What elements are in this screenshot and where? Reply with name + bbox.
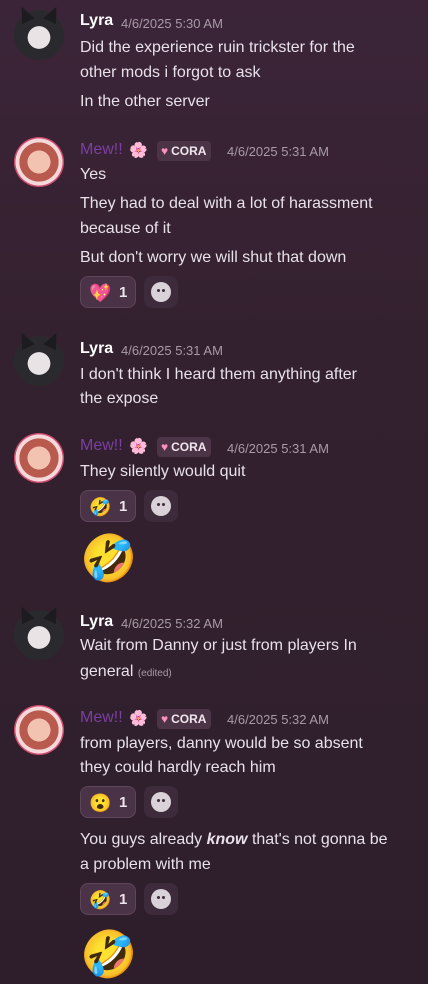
- rolling-laughing-icon: 🤣: [89, 497, 112, 517]
- rolling-laughing-icon: 🤣: [89, 890, 112, 910]
- message-text: They had to deal with a lot of harassmen…: [80, 195, 373, 212]
- timestamp: 4/6/2025 5:32 AM: [227, 712, 329, 727]
- add-reaction-button[interactable]: [144, 490, 178, 522]
- big-emoji: 🤣: [80, 532, 138, 584]
- heart-icon: ♥: [161, 712, 169, 726]
- author-name[interactable]: Lyra: [80, 613, 113, 631]
- message-text: a problem with me: [80, 856, 211, 873]
- reaction-button[interactable]: 😮 1: [80, 786, 136, 818]
- author-name[interactable]: Mew!!: [80, 437, 123, 455]
- message-text: general (edited): [80, 663, 172, 680]
- author-name[interactable]: Mew!!: [80, 141, 123, 159]
- timestamp: 4/6/2025 5:32 AM: [121, 616, 223, 631]
- reaction-button[interactable]: 🤣 1: [80, 883, 136, 915]
- reaction-count: 1: [119, 284, 128, 301]
- smiley-icon: [151, 282, 171, 302]
- avatar[interactable]: [14, 137, 64, 187]
- reaction-count: 1: [119, 498, 128, 515]
- message-text: Yes: [80, 166, 107, 183]
- message-text: other mods i forgot to ask: [80, 64, 261, 81]
- server-tag[interactable]: ♥ CORA: [157, 141, 212, 161]
- timestamp: 4/6/2025 5:31 AM: [121, 343, 223, 358]
- message-text: from players, danny would be so absent: [80, 735, 363, 752]
- flower-icon: 🌸: [129, 710, 148, 727]
- message-text: In the other server: [80, 93, 210, 110]
- avatar[interactable]: [14, 336, 64, 386]
- avatar[interactable]: [14, 10, 64, 60]
- message-text: They silently would quit: [80, 463, 246, 480]
- message-text: Did the experience ruin trickster for th…: [80, 39, 355, 56]
- smiley-icon: [151, 496, 171, 516]
- add-reaction-button[interactable]: [144, 786, 178, 818]
- timestamp: 4/6/2025 5:31 AM: [227, 441, 329, 456]
- message-text: the expose: [80, 390, 159, 407]
- add-reaction-button[interactable]: [144, 276, 178, 308]
- reaction-count: 1: [119, 891, 128, 908]
- big-emoji: 🤣: [80, 928, 138, 980]
- avatar[interactable]: [14, 705, 64, 755]
- author-name[interactable]: Mew!!: [80, 709, 123, 727]
- timestamp: 4/6/2025 5:31 AM: [227, 144, 329, 159]
- message-text: because of it: [80, 220, 171, 237]
- message-text: But don't worry we will shut that down: [80, 249, 347, 266]
- author-name[interactable]: Lyra: [80, 340, 113, 358]
- avatar[interactable]: [14, 433, 64, 483]
- server-tag[interactable]: ♥ CORA: [157, 437, 212, 457]
- message-text: Wait from Danny or just from players In: [80, 637, 357, 654]
- reaction-button[interactable]: 💖 1: [80, 276, 136, 308]
- edited-label: (edited): [137, 668, 172, 679]
- message-text: You guys already know that's not gonna b…: [80, 831, 388, 848]
- smiley-icon: [151, 889, 171, 909]
- message-text: they could hardly reach him: [80, 759, 276, 776]
- heart-icon: ♥: [161, 440, 169, 454]
- flower-icon: 🌸: [129, 142, 148, 159]
- server-tag[interactable]: ♥ CORA: [157, 709, 212, 729]
- smiley-icon: [151, 792, 171, 812]
- author-name[interactable]: Lyra: [80, 12, 113, 30]
- message-text: I don't think I heard them anything afte…: [80, 366, 357, 383]
- reaction-button[interactable]: 🤣 1: [80, 490, 136, 522]
- add-reaction-button[interactable]: [144, 883, 178, 915]
- reaction-count: 1: [119, 794, 128, 811]
- timestamp: 4/6/2025 5:30 AM: [121, 16, 223, 31]
- sparkling-heart-icon: 💖: [89, 283, 112, 303]
- astonished-face-icon: 😮: [89, 793, 112, 813]
- avatar[interactable]: [14, 610, 64, 660]
- heart-icon: ♥: [161, 144, 169, 158]
- flower-icon: 🌸: [129, 438, 148, 455]
